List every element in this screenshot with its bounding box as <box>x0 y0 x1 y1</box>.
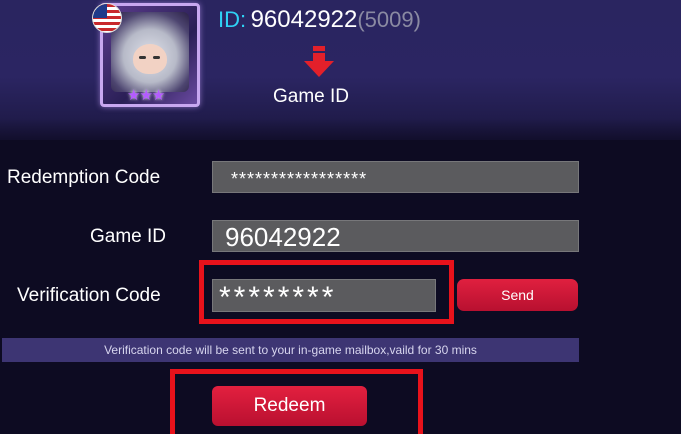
verification-highlight-box <box>199 260 454 324</box>
player-id-row: ID: 96042922(5009) <box>218 6 421 34</box>
avatar-eye-left <box>139 56 146 59</box>
send-button[interactable]: Send <box>457 279 578 311</box>
profile-header: ★★★ ID: 96042922(5009) Game ID <box>0 0 681 140</box>
us-flag-icon <box>92 3 122 33</box>
redemption-code-input[interactable]: ***************** <box>212 161 579 193</box>
verification-notice: Verification code will be sent to your i… <box>2 338 579 362</box>
avatar-eye-right <box>153 56 160 59</box>
redemption-code-label: Redemption Code <box>7 167 161 188</box>
redeem-highlight-box <box>170 369 423 434</box>
flag-canton <box>93 4 107 18</box>
id-value: 96042922 <box>250 6 358 33</box>
game-id-caption: Game ID <box>273 86 350 107</box>
id-label: ID: <box>218 7 247 32</box>
rank-stars-icon: ★★★ <box>127 87 165 104</box>
game-id-input[interactable]: 96042922 <box>212 220 579 252</box>
game-id-label: Game ID <box>90 226 167 247</box>
verification-code-label: Verification Code <box>17 285 161 306</box>
redemption-code-value: ***************** <box>231 169 368 189</box>
down-arrow-icon <box>304 46 334 77</box>
avatar-image <box>111 12 189 92</box>
server-id: (5009) <box>357 7 421 32</box>
game-id-value: 96042922 <box>225 222 341 252</box>
avatar-face <box>133 44 167 74</box>
